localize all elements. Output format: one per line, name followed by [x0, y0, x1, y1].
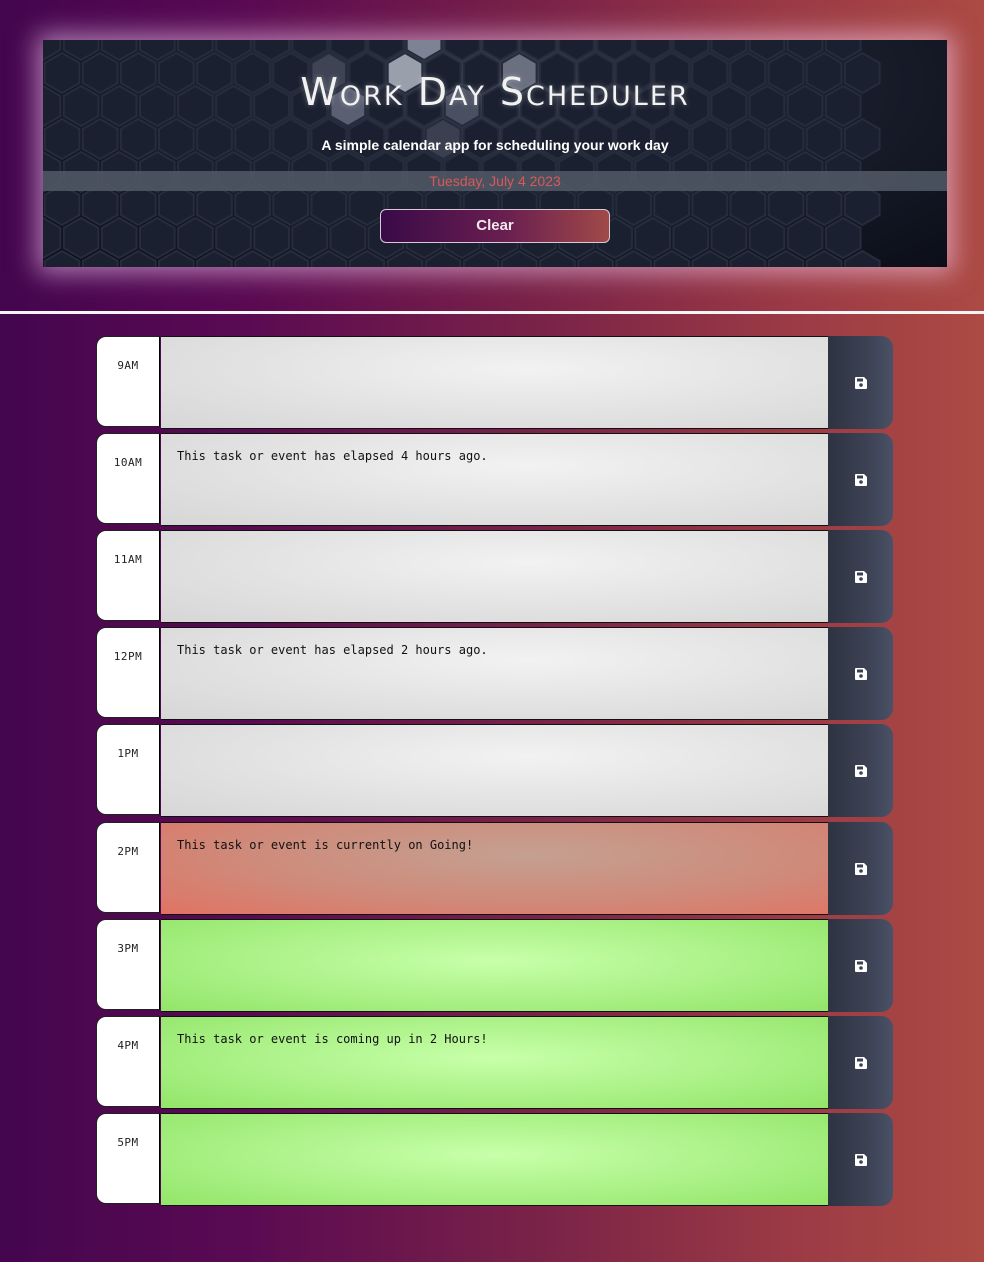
hexagon-tile: [196, 183, 233, 227]
event-description[interactable]: [161, 336, 828, 429]
hour-label: 5PM: [96, 1113, 160, 1204]
hour-label: 11AM: [96, 530, 160, 621]
save-icon: [854, 862, 867, 875]
save-icon: [854, 473, 867, 486]
time-block-row: 4PM This task or event is coming up in 2 …: [96, 1016, 893, 1109]
header-jumbotron: Work Day Scheduler A simple calendar app…: [43, 40, 947, 267]
current-date: Tuesday, July 4 2023: [429, 173, 561, 189]
hexagon-tile: [729, 183, 767, 227]
current-date-bar: Tuesday, July 4 2023: [43, 171, 947, 191]
hexagon-tile: [691, 183, 729, 227]
save-button[interactable]: [828, 433, 893, 526]
hexagon-tile: [253, 216, 290, 260]
hexagon-tile: [43, 216, 62, 260]
save-icon: [854, 959, 867, 972]
hexagon-tile: [786, 216, 824, 260]
hexagon-tile: [43, 183, 81, 227]
clear-button[interactable]: Clear: [380, 209, 610, 243]
event-description[interactable]: [161, 1113, 828, 1206]
save-button[interactable]: [828, 627, 893, 720]
time-block-row: 5PM: [96, 1113, 893, 1206]
hexagon-tile: [824, 216, 862, 260]
save-icon: [854, 1056, 867, 1069]
event-description[interactable]: [161, 530, 828, 623]
hexagon-tile: [158, 183, 195, 227]
page-subtitle: A simple calendar app for scheduling you…: [321, 137, 669, 153]
hexagon-tile: [748, 216, 786, 260]
hexagon-tile: [234, 183, 271, 227]
hour-label: 9AM: [96, 336, 160, 427]
hexagon-tile: [215, 216, 252, 260]
time-block-row: 3PM: [96, 919, 893, 1012]
hexagon-tile: [329, 216, 367, 260]
save-button[interactable]: [828, 919, 893, 1012]
hexagon-tile: [100, 216, 138, 260]
hexagon-tile: [310, 183, 348, 227]
hexagon-tile: [139, 216, 176, 260]
hexagon-tile: [348, 183, 386, 227]
hexagon-tile: [767, 183, 805, 227]
hexagon-tile: [81, 183, 119, 227]
event-description[interactable]: This task or event is currently on Going…: [161, 822, 828, 915]
hour-label: 1PM: [96, 724, 160, 815]
hour-label: 12PM: [96, 627, 160, 718]
hour-label: 3PM: [96, 919, 160, 1010]
save-button[interactable]: [828, 336, 893, 429]
time-block-row: 9AM: [96, 336, 893, 429]
time-block-row: 11AM: [96, 530, 893, 623]
hexagon-tile: [615, 183, 652, 227]
time-block-row: 10AM This task or event has elapsed 4 hou…: [96, 433, 893, 526]
time-block-row: 2PM This task or event is currently on Go…: [96, 822, 893, 915]
save-button[interactable]: [828, 1113, 893, 1206]
save-icon: [854, 764, 867, 777]
hour-label: 10AM: [96, 433, 160, 524]
event-description[interactable]: This task or event has elapsed 2 hours a…: [161, 627, 828, 720]
time-block-row: 12PM This task or event has elapsed 2 hou…: [96, 627, 893, 720]
save-button[interactable]: [828, 822, 893, 915]
event-description[interactable]: [161, 724, 828, 817]
save-icon: [854, 1153, 867, 1166]
hexagon-tile: [634, 216, 671, 260]
hexagon-tile: [805, 183, 843, 227]
save-button[interactable]: [828, 530, 893, 623]
hexagon-tile: [653, 183, 691, 227]
header-divider: [0, 311, 984, 314]
event-description[interactable]: This task or event has elapsed 4 hours a…: [161, 433, 828, 526]
hexagon-tile: [177, 216, 214, 260]
page-title: Work Day Scheduler: [300, 70, 690, 114]
save-button[interactable]: [828, 724, 893, 817]
time-block-row: 1PM: [96, 724, 893, 817]
event-description[interactable]: [161, 919, 828, 1012]
hexagon-tile: [119, 183, 157, 227]
save-icon: [854, 570, 867, 583]
event-description[interactable]: This task or event is coming up in 2 Hou…: [161, 1016, 828, 1109]
hexagon-tile: [843, 183, 881, 227]
hour-label: 2PM: [96, 822, 160, 913]
hour-label: 4PM: [96, 1016, 160, 1107]
hexagon-tile: [291, 216, 329, 260]
save-icon: [854, 667, 867, 680]
hexagon-tile: [272, 183, 309, 227]
save-icon: [854, 376, 867, 389]
hexagon-tile: [672, 216, 710, 260]
hexagon-tile: [710, 216, 748, 260]
hexagon-tile: [62, 216, 100, 260]
save-button[interactable]: [828, 1016, 893, 1109]
